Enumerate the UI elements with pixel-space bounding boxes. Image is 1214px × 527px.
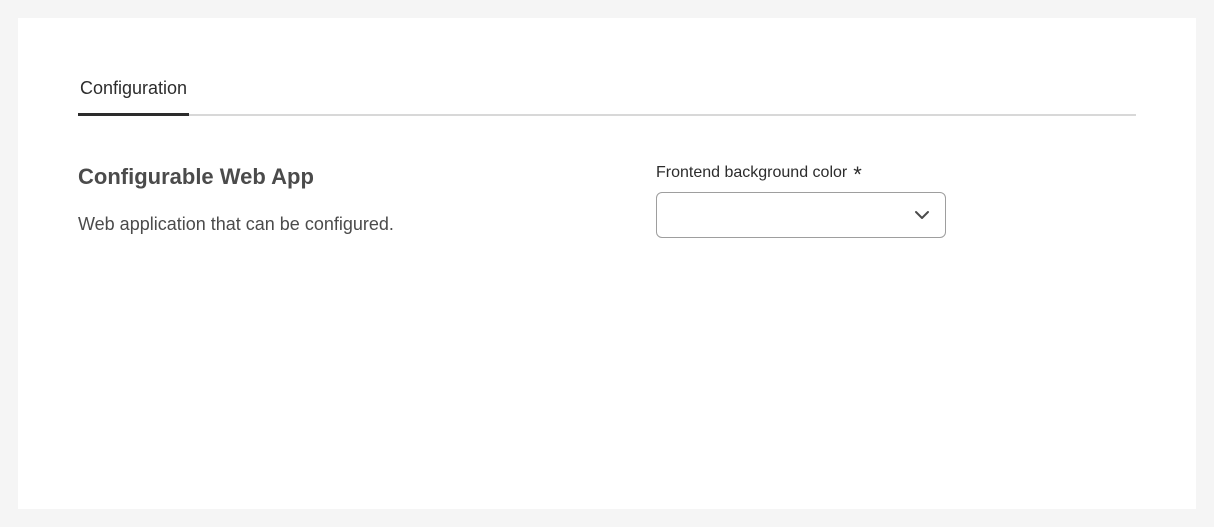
section-description: Web application that can be configured.: [78, 214, 596, 235]
tab-configuration[interactable]: Configuration: [78, 78, 189, 116]
content-area: Configurable Web App Web application tha…: [78, 164, 1136, 238]
tabs-row: Configuration: [78, 78, 1136, 116]
section-title: Configurable Web App: [78, 164, 596, 190]
bgcolor-select[interactable]: [656, 192, 946, 238]
right-column: Frontend background color *: [656, 164, 1136, 238]
required-asterisk-icon: *: [853, 167, 862, 183]
config-card: Configuration Configurable Web App Web a…: [18, 18, 1196, 509]
left-column: Configurable Web App Web application tha…: [78, 164, 596, 238]
bgcolor-select-wrap: [656, 192, 946, 238]
bgcolor-label-text: Frontend background color: [656, 164, 847, 182]
bgcolor-field-label: Frontend background color *: [656, 164, 1136, 182]
